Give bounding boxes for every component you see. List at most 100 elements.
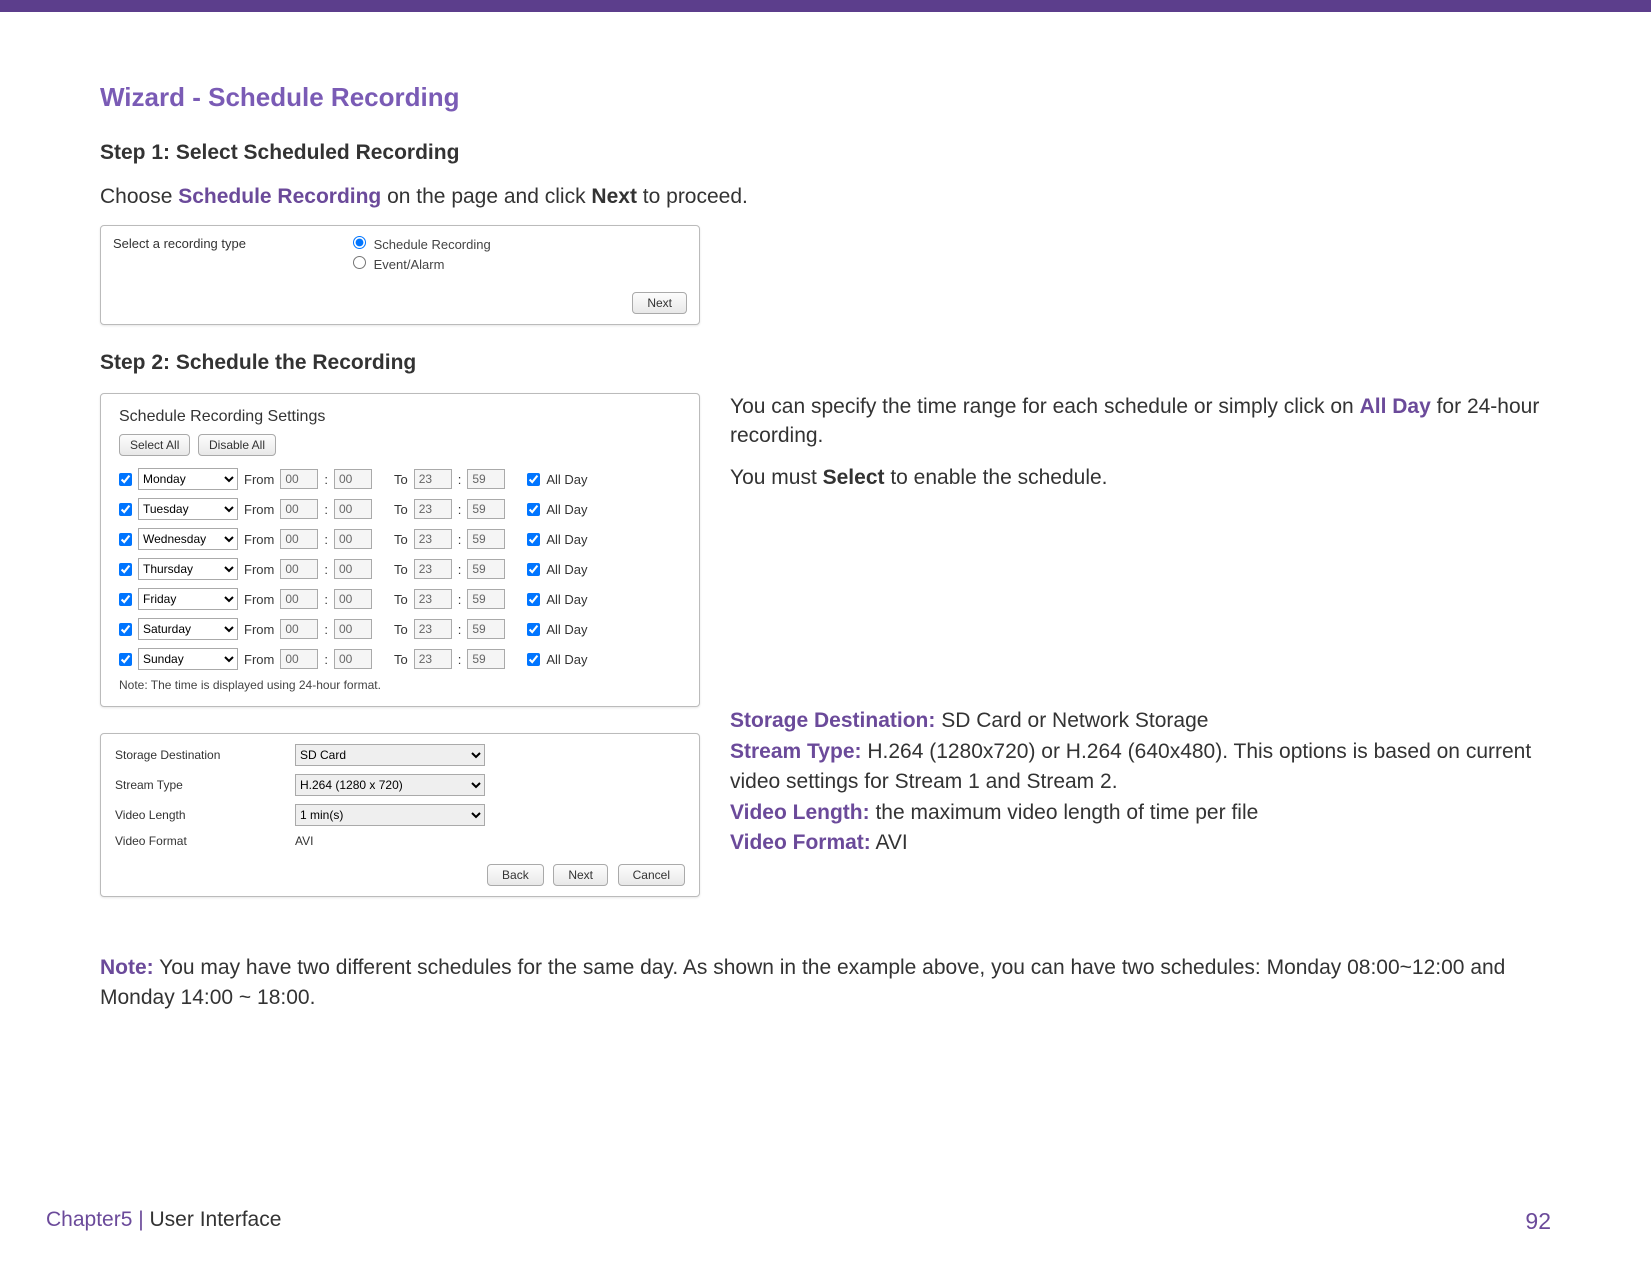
text: Choose [100,185,178,208]
day-select[interactable]: Monday [138,468,238,490]
schedule-settings-title: Schedule Recording Settings [119,408,681,426]
to-hour-input[interactable] [414,499,452,519]
from-hour-input[interactable] [280,529,318,549]
from-label: From [244,622,274,637]
to-label: To [394,622,408,637]
allday-checkbox[interactable] [527,473,540,486]
label-select-type: Select a recording type [113,236,273,251]
desc-label: Video Format: [730,831,871,854]
from-min-input[interactable] [334,499,372,519]
disable-all-button[interactable]: Disable All [198,434,276,456]
next-button[interactable]: Next [632,292,687,314]
to-min-input[interactable] [467,529,505,549]
to-min-input[interactable] [467,469,505,489]
schedule-row: ThursdayFrom:To:All Day [119,558,681,580]
radio-event-alarm[interactable]: Event/Alarm [353,256,491,272]
text: You can specify the time range for each … [730,395,1360,418]
to-min-input[interactable] [467,559,505,579]
day-select[interactable]: Saturday [138,618,238,640]
bold-text: Next [591,185,637,208]
to-min-input[interactable] [467,619,505,639]
to-hour-input[interactable] [414,469,452,489]
select-all-button[interactable]: Select All [119,434,190,456]
select-storage-destination[interactable]: SD Card [295,744,485,766]
day-enable-checkbox[interactable] [119,503,132,516]
from-min-input[interactable] [334,559,372,579]
day-select[interactable]: Tuesday [138,498,238,520]
cancel-button[interactable]: Cancel [618,864,685,886]
from-hour-input[interactable] [280,589,318,609]
select-video-length[interactable]: 1 min(s) [295,804,485,826]
colon: : [458,652,462,667]
bold-text: Select [823,466,885,489]
allday-checkbox[interactable] [527,653,540,666]
colon: : [324,652,328,667]
radio-input[interactable] [353,256,366,269]
from-min-input[interactable] [334,469,372,489]
to-label: To [394,472,408,487]
allday-checkbox[interactable] [527,533,540,546]
to-label: To [394,502,408,517]
colon: : [458,592,462,607]
to-min-input[interactable] [467,649,505,669]
day-enable-checkbox[interactable] [119,593,132,606]
from-hour-input[interactable] [280,499,318,519]
next-button[interactable]: Next [553,864,608,886]
allday-checkbox[interactable] [527,563,540,576]
allday-label: All Day [546,622,587,637]
colon: : [324,592,328,607]
radio-input[interactable] [353,236,366,249]
desc-label: Stream Type: [730,740,862,763]
from-label: From [244,502,274,517]
allday-checkbox[interactable] [527,593,540,606]
from-min-input[interactable] [334,619,372,639]
colon: : [458,562,462,577]
text: You must [730,466,823,489]
day-enable-checkbox[interactable] [119,473,132,486]
day-select[interactable]: Thursday [138,558,238,580]
to-hour-input[interactable] [414,649,452,669]
back-button[interactable]: Back [487,864,544,886]
from-min-input[interactable] [334,529,372,549]
day-select[interactable]: Wednesday [138,528,238,550]
section-title: Wizard - Schedule Recording [100,82,1551,113]
day-enable-checkbox[interactable] [119,563,132,576]
day-enable-checkbox[interactable] [119,653,132,666]
desc-label: Storage Destination: [730,709,935,732]
allday-checkbox[interactable] [527,503,540,516]
from-min-input[interactable] [334,649,372,669]
label-video-format: Video Format [115,834,295,848]
colon: : [458,472,462,487]
from-hour-input[interactable] [280,559,318,579]
allday-checkbox[interactable] [527,623,540,636]
from-hour-input[interactable] [280,469,318,489]
to-label: To [394,562,408,577]
from-hour-input[interactable] [280,649,318,669]
to-hour-input[interactable] [414,559,452,579]
allday-label: All Day [546,472,587,487]
day-enable-checkbox[interactable] [119,533,132,546]
radio-schedule-recording[interactable]: Schedule Recording [353,236,491,252]
select-stream-type[interactable]: H.264 (1280 x 720) [295,774,485,796]
page-footer: Chapter5 | User Interface 92 [0,1208,1651,1235]
top-accent-bar [0,0,1651,12]
to-min-input[interactable] [467,499,505,519]
note-paragraph: Note: You may have two different schedul… [100,953,1551,1012]
step2-paragraph-2: You must Select to enable the schedule. [730,464,1551,492]
colon: : [324,622,328,637]
to-hour-input[interactable] [414,619,452,639]
from-hour-input[interactable] [280,619,318,639]
day-select[interactable]: Sunday [138,648,238,670]
day-enable-checkbox[interactable] [119,623,132,636]
from-min-input[interactable] [334,589,372,609]
day-select[interactable]: Friday [138,588,238,610]
allday-label: All Day [546,502,587,517]
to-min-input[interactable] [467,589,505,609]
to-hour-input[interactable] [414,589,452,609]
brand-text: All Day [1360,395,1431,418]
radio-label: Schedule Recording [374,237,491,252]
step2-paragraph-1: You can specify the time range for each … [730,393,1551,450]
from-label: From [244,652,274,667]
to-hour-input[interactable] [414,529,452,549]
footer-chapter: Chapter5 [46,1208,132,1231]
